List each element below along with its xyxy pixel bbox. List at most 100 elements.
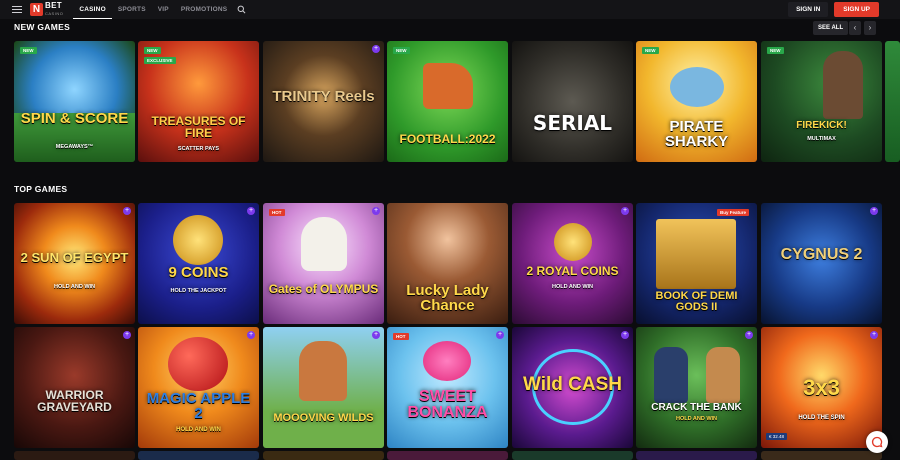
game-title: Gates of OLYMPUS — [268, 282, 379, 296]
main-nav: CASINO SPORTS VIP PROMOTIONS — [73, 0, 233, 19]
game-tile-spin-score[interactable]: NEW SPIN & SCORE MEGAWAYS™ — [14, 41, 135, 162]
game-tile-sweet-bonanza[interactable]: HOT + SWEET BONANZA — [387, 327, 508, 448]
game-title: 9 COINS — [168, 264, 229, 281]
game-tile-partial[interactable] — [761, 451, 882, 460]
game-tile-wild-cash[interactable]: + Wild CASH — [512, 327, 633, 448]
search-icon[interactable] — [237, 5, 246, 14]
game-subtitle: MULTIMAX — [807, 136, 836, 142]
top-navigation-bar: N BET CASINO CASINO SPORTS VIP PROMOTIONS… — [0, 0, 900, 19]
top-games-title: TOP GAMES — [14, 184, 68, 194]
chat-icon[interactable] — [866, 431, 888, 453]
game-tile-book-of-demi-gods-2[interactable]: Buy Feature BOOK OF DEMI GODS II — [636, 203, 757, 324]
game-subtitle: MEGAWAYS™ — [55, 144, 94, 150]
game-tile-gates-of-olympus[interactable]: HOT + Gates of OLYMPUS — [263, 203, 384, 324]
add-favorite-icon[interactable]: + — [621, 331, 629, 339]
nav-sports[interactable]: SPORTS — [112, 0, 152, 19]
game-tile-9-coins[interactable]: + 9 COINS HOLD THE JACKPOT — [138, 203, 259, 324]
game-tile-sun-of-egypt-2[interactable]: + 2 SUN OF EGYPT HOLD AND WIN — [14, 203, 135, 324]
game-tile-partial[interactable] — [512, 451, 633, 460]
game-title: Wild CASH — [522, 374, 623, 395]
game-title: 3x3 — [803, 375, 840, 400]
game-tile-partial[interactable] — [636, 451, 757, 460]
game-tile-magic-apple-2[interactable]: + MAGIC APPLE 2 HOLD AND WIN — [138, 327, 259, 448]
add-favorite-icon[interactable]: + — [496, 331, 504, 339]
add-favorite-icon[interactable]: + — [870, 207, 878, 215]
exclusive-badge: EXCLUSIVE — [144, 57, 176, 64]
game-tile-partial[interactable] — [14, 451, 135, 460]
add-favorite-icon[interactable]: + — [247, 331, 255, 339]
add-favorite-icon[interactable]: + — [870, 331, 878, 339]
new-badge: NEW — [393, 47, 410, 54]
sign-in-button[interactable]: SIGN IN — [788, 2, 829, 17]
hot-badge: HOT — [269, 209, 285, 216]
game-tile-royal-coins-2[interactable]: + 2 ROYAL COINS HOLD AND WIN — [512, 203, 633, 324]
new-games-title: NEW GAMES — [14, 22, 71, 32]
game-tile-3x3-hold-the-spin[interactable]: + 3x3 HOLD THE SPIN € 32.48 — [761, 327, 882, 448]
game-subtitle: HOLD AND WIN — [551, 284, 594, 290]
add-favorite-icon[interactable]: + — [745, 331, 753, 339]
game-title: FIREKICK! — [796, 120, 847, 131]
add-favorite-icon[interactable]: + — [372, 45, 380, 53]
nav-vip[interactable]: VIP — [152, 0, 175, 19]
add-favorite-icon[interactable]: + — [372, 207, 380, 215]
game-subtitle: SCATTER PAYS — [177, 146, 220, 152]
game-tile-moooving-wilds[interactable]: + MOOOVING WILDS — [263, 327, 384, 448]
game-title: 2 ROYAL COINS — [526, 264, 619, 278]
game-tile-pirate-sharky[interactable]: NEW PIRATE SHARKY — [636, 41, 757, 162]
game-title: TRINITY Reels — [272, 88, 375, 105]
game-tile-football-2022[interactable]: NEW FOOTBALL:2022 — [387, 41, 508, 162]
add-favorite-icon[interactable]: + — [372, 331, 380, 339]
game-title: SPIN & SCORE — [20, 110, 129, 127]
brand-logo[interactable]: N BET CASINO — [30, 0, 64, 18]
game-title: CRACK THE BANK — [651, 402, 742, 413]
add-favorite-icon[interactable]: + — [123, 331, 131, 339]
game-subtitle: HOLD THE SPIN — [798, 415, 845, 421]
game-title: BOOK OF DEMI GODS II — [655, 290, 738, 313]
game-title: Lucky Lady Chance — [406, 282, 489, 314]
new-badge: NEW — [144, 47, 161, 54]
game-title: MAGIC APPLE 2 — [146, 390, 251, 422]
sign-up-button[interactable]: SIGN UP — [834, 2, 879, 17]
see-all-button[interactable]: SEE ALL — [813, 21, 849, 35]
chevron-right-icon[interactable]: › — [864, 21, 876, 35]
game-title: SERIAL — [532, 111, 613, 135]
logo-text: BET CASINO — [45, 0, 64, 16]
game-title: CYGNUS 2 — [780, 246, 863, 263]
new-badge: NEW — [642, 47, 659, 54]
game-title: 2 SUN OF EGYPT — [20, 250, 129, 265]
game-tile-serial[interactable]: SERIAL — [512, 41, 633, 162]
game-subtitle: HOLD AND WIN — [53, 284, 96, 290]
new-badge: NEW — [767, 47, 784, 54]
game-title: FOOTBALL:2022 — [399, 132, 496, 146]
game-title: SWEET BONANZA — [407, 388, 488, 421]
game-tile-partial[interactable] — [138, 451, 259, 460]
chevron-left-icon[interactable]: ‹ — [849, 21, 861, 35]
menu-icon[interactable] — [12, 6, 22, 13]
game-tile-firekick[interactable]: NEW FIREKICK! MULTIMAX — [761, 41, 882, 162]
game-subtitle: HOLD AND WIN — [176, 427, 221, 433]
game-tile-trinity-reels[interactable]: + TRINITY Reels — [263, 41, 384, 162]
game-subtitle: HOLD THE JACKPOT — [170, 288, 227, 294]
game-tile-treasures-of-fire[interactable]: NEW EXCLUSIVE TREASURES OF FIRE SCATTER … — [138, 41, 259, 162]
nav-casino[interactable]: CASINO — [73, 0, 112, 19]
game-tile-cygnus-2[interactable]: + CYGNUS 2 — [761, 203, 882, 324]
game-tile-crack-the-bank[interactable]: + CRACK THE BANK HOLD AND WIN — [636, 327, 757, 448]
add-favorite-icon[interactable]: + — [247, 207, 255, 215]
game-title: MOOOVING WILDS — [273, 412, 374, 424]
hot-badge: HOT — [393, 333, 409, 340]
game-tile-partial[interactable] — [885, 41, 900, 162]
game-tile-partial[interactable] — [387, 451, 508, 460]
game-title: WARRIOR GRAVEYARD — [37, 388, 112, 414]
add-favorite-icon[interactable]: + — [123, 207, 131, 215]
game-tile-warrior-graveyard[interactable]: + WARRIOR GRAVEYARD — [14, 327, 135, 448]
game-title: TREASURES OF FIRE — [151, 114, 246, 140]
game-tile-partial[interactable] — [263, 451, 384, 460]
game-title: PIRATE SHARKY — [664, 118, 729, 150]
new-badge: NEW — [20, 47, 37, 54]
game-subtitle: HOLD AND WIN — [675, 416, 718, 422]
jackpot-amount: € 32.48 — [766, 433, 788, 440]
buy-feature-badge: Buy Feature — [716, 209, 749, 216]
nav-promotions[interactable]: PROMOTIONS — [175, 0, 233, 19]
game-tile-lucky-lady-chance[interactable]: Lucky Lady Chance — [387, 203, 508, 324]
add-favorite-icon[interactable]: + — [621, 207, 629, 215]
